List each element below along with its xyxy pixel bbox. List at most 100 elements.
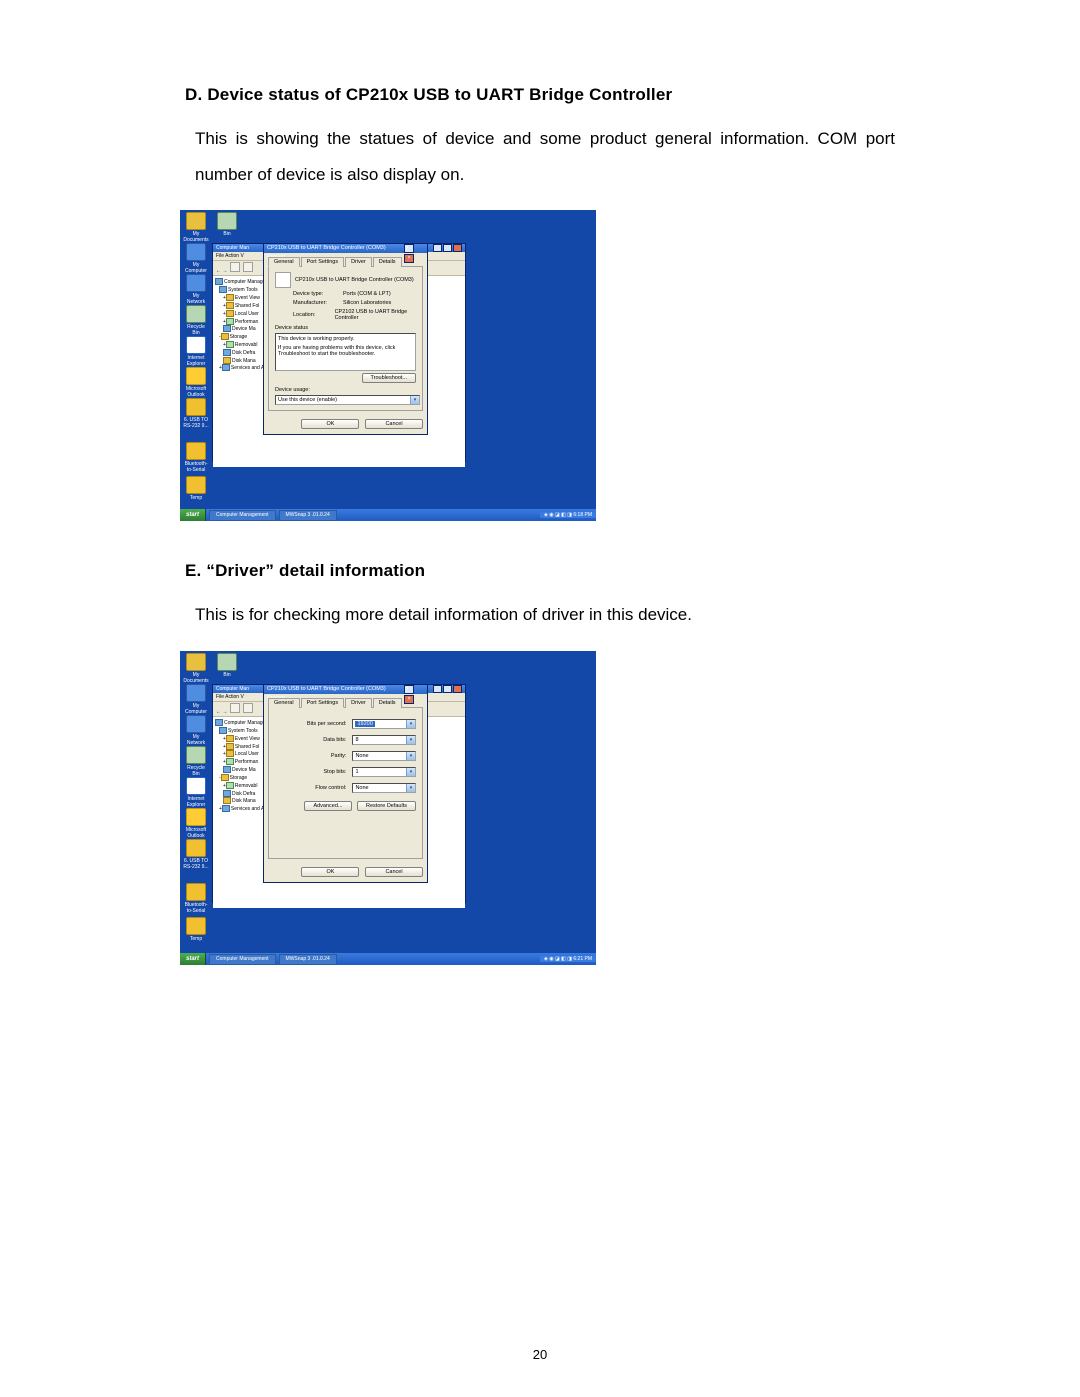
desktop-icon-bt[interactable]: Bluetooth-to-Serial [183,442,209,473]
device-usage-value: Use this device (enable) [278,397,337,403]
properties-title-bar[interactable]: CP210x USB to UART Bridge Controller (CO… [264,244,427,253]
tab-port-settings[interactable]: Port Settings [301,698,345,708]
device-usage-label: Device usage: [275,387,416,393]
screenshot-device-status: My Documents Bin My Computer My Network … [180,210,596,521]
taskbar-item[interactable]: Computer Management [209,954,276,965]
device-icon [275,272,291,288]
desktop-icon-mycomputer[interactable]: My Computer [183,243,209,274]
tab-driver[interactable]: Driver [345,257,372,267]
location-value: CP2102 USB to UART Bridge Controller [335,309,416,321]
manufacturer-value: Silicon Laboratories [343,300,391,306]
tab-details[interactable]: Details [373,698,402,708]
properties-title-text: CP210x USB to UART Bridge Controller (CO… [267,685,403,694]
cancel-button[interactable]: Cancel [365,867,423,877]
taskbar-item[interactable]: MWSnap 3 .01.0.24 [279,954,337,965]
help-icon[interactable]: ? [404,685,414,694]
section-e-heading: E. “Driver” detail information [185,561,895,581]
tab-general[interactable]: General [268,257,300,267]
bits-per-second-combo[interactable]: 19200▾ [352,719,416,729]
cm-title-text: Computer Man [216,685,249,693]
properties-dialog-port: CP210x USB to UART Bridge Controller (CO… [263,684,428,883]
tab-general[interactable]: General [268,698,300,708]
device-name: CP210x USB to UART Bridge Controller (CO… [295,277,414,283]
advanced-button[interactable]: Advanced... [304,801,351,811]
chevron-down-icon[interactable]: ▾ [406,736,415,744]
toolbar-btn[interactable] [230,703,240,713]
cancel-button[interactable]: Cancel [365,419,423,429]
close-icon[interactable]: × [404,695,414,704]
close-icon[interactable]: × [404,254,414,263]
desktop-icon-recycle[interactable]: Recycle Bin [183,746,209,777]
help-icon[interactable]: ? [404,244,414,253]
tab-port-settings[interactable]: Port Settings [301,257,345,267]
properties-title-bar[interactable]: CP210x USB to UART Bridge Controller (CO… [264,685,427,694]
page-number: 20 [0,1347,1080,1362]
device-status-label: Device status [275,325,416,331]
chevron-down-icon[interactable]: ▾ [406,720,415,728]
status-ok-text: This device is working properly. [278,336,413,342]
toolbar-btn[interactable] [243,262,253,272]
desktop-icon-bin-top[interactable]: Bin [214,653,240,678]
clock-text: 6:21 PM [573,956,592,962]
maximize-icon [443,685,452,693]
minimize-icon [433,244,442,252]
stop-bits-combo[interactable]: 1▾ [352,767,416,777]
flow-control-combo[interactable]: None▾ [352,783,416,793]
document-page: D. Device status of CP210x USB to UART B… [0,0,1080,1397]
section-d-heading: D. Device status of CP210x USB to UART B… [185,85,895,105]
desktop-icon-outlook[interactable]: Microsoft Outlook [183,367,209,398]
device-usage-combo[interactable]: Use this device (enable) ▾ [275,395,420,405]
close-icon [453,244,462,252]
desktop-icon-recycle[interactable]: Recycle Bin [183,305,209,336]
desktop-icon-outlook[interactable]: Microsoft Outlook [183,808,209,839]
cm-window-buttons[interactable] [432,244,462,252]
cm-tree[interactable]: Computer Manage System Tools +Event View… [213,276,268,467]
parity-combo[interactable]: None▾ [352,751,416,761]
taskbar-item[interactable]: Computer Management [209,510,276,521]
cm-title-text: Computer Man [216,244,249,252]
start-button[interactable]: start [180,953,206,965]
ok-button[interactable]: OK [301,867,359,877]
chevron-down-icon[interactable]: ▾ [410,396,419,404]
tab-driver[interactable]: Driver [345,698,372,708]
chevron-down-icon[interactable]: ▾ [406,784,415,792]
desktop-icon-bt[interactable]: Bluetooth-to-Serial [183,883,209,914]
toolbar-btn[interactable] [243,703,253,713]
start-button[interactable]: start [180,509,206,521]
chevron-down-icon[interactable]: ▾ [406,752,415,760]
desktop-icon-mycomputer[interactable]: My Computer [183,684,209,715]
desktop-icon-temp[interactable]: Temp [183,917,209,942]
restore-defaults-button[interactable]: Restore Defaults [357,801,416,811]
data-bits-combo[interactable]: 8▾ [352,735,416,745]
screenshot-port-settings: My Documents Bin My Computer My Network … [180,651,596,965]
data-bits-label: Data bits: [275,737,352,743]
taskbar-item[interactable]: MWSnap 3 .01.0.24 [279,510,337,521]
ok-button[interactable]: OK [301,419,359,429]
toolbar-btn[interactable] [230,262,240,272]
desktop-icon-ie[interactable]: Internet Explorer [183,777,209,808]
stop-bits-label: Stop bits: [275,769,352,775]
close-icon [453,685,462,693]
properties-title-text: CP210x USB to UART Bridge Controller (CO… [267,244,403,253]
system-tray[interactable]: ◈ ◉ ◪ ◧ ◨ 6:18 PM [540,512,596,518]
bits-per-second-label: Bits per second: [275,721,352,727]
parity-label: Parity: [275,753,352,759]
cm-tree[interactable]: Computer Manage System Tools +Event View… [213,717,268,908]
properties-dialog-general: CP210x USB to UART Bridge Controller (CO… [263,243,428,435]
tab-details[interactable]: Details [373,257,402,267]
desktop-icon-ie[interactable]: Internet Explorer [183,336,209,367]
system-tray[interactable]: ◈ ◉ ◪ ◧ ◨ 6:21 PM [540,956,596,962]
section-d-body: This is showing the statues of device an… [195,121,895,192]
troubleshoot-button[interactable]: Troubleshoot... [362,373,416,383]
chevron-down-icon[interactable]: ▾ [406,768,415,776]
desktop-icon-mydocs[interactable]: My Documents [183,653,209,684]
desktop-icon-usb[interactable]: 6. USB TO RS-232 9... [183,839,209,870]
desktop-icon-usb[interactable]: 6. USB TO RS-232 9... [183,398,209,429]
cm-window-buttons[interactable] [432,685,462,693]
desktop-icon-temp[interactable]: Temp [183,476,209,501]
taskbar: start Computer Management MWSnap 3 .01.0… [180,509,596,521]
minimize-icon [433,685,442,693]
tabpage-general: CP210x USB to UART Bridge Controller (CO… [268,266,423,411]
desktop-icon-bin-top[interactable]: Bin [214,212,240,237]
desktop-icon-mydocs[interactable]: My Documents [183,212,209,243]
